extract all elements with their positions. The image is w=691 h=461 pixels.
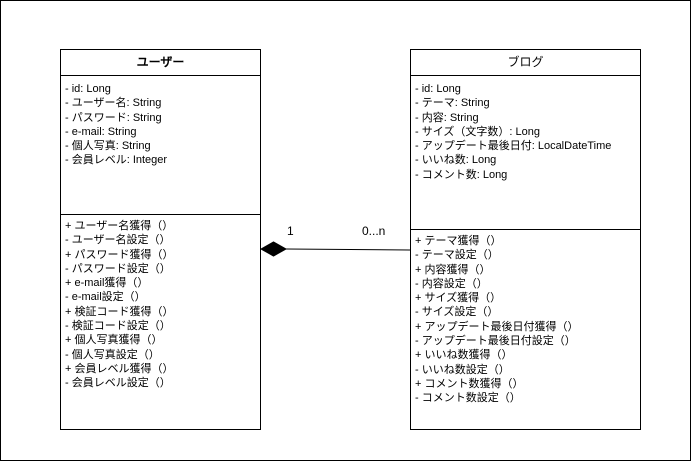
target-multiplicity: 0...n [362, 224, 386, 238]
source-multiplicity: 1 [287, 224, 294, 238]
composition-diamond-icon [259, 241, 288, 257]
composition-association[interactable] [0, 0, 691, 461]
association-line[interactable] [285, 248, 411, 251]
